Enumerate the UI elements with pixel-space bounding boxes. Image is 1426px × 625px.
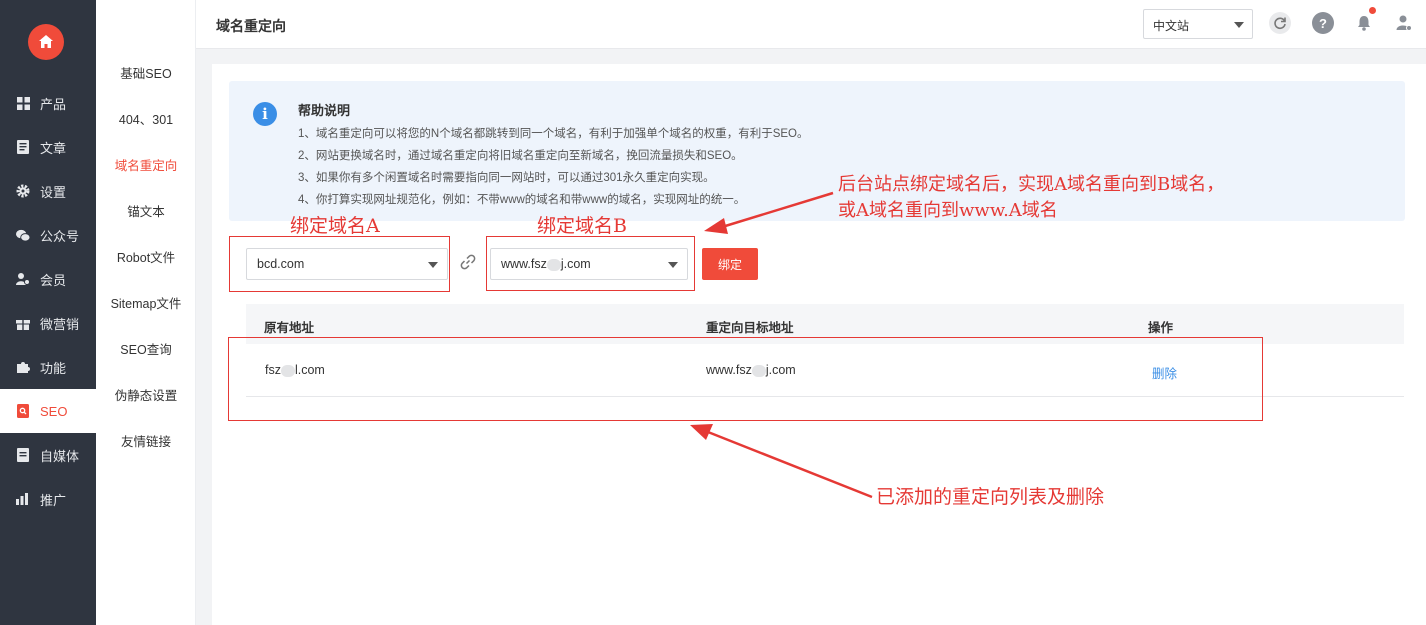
arrow-icon xyxy=(690,424,873,499)
arrow-icon xyxy=(704,191,834,234)
annotation-arrows xyxy=(690,191,873,499)
